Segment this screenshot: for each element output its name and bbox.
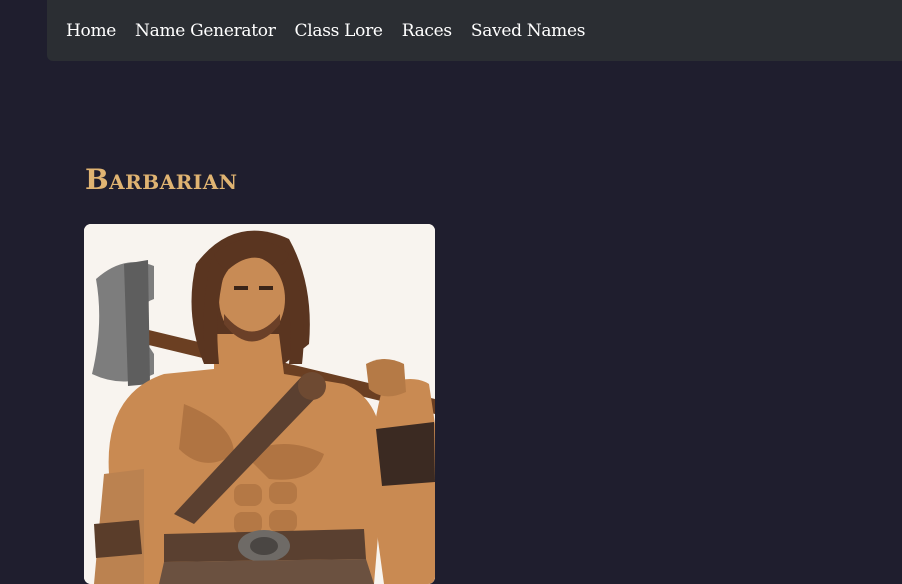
- nav-saved-names-link[interactable]: Saved Names: [471, 21, 586, 41]
- top-navbar: Home Name Generator Class Lore Races Sav…: [47, 0, 902, 61]
- nav-races-link[interactable]: Races: [402, 21, 452, 41]
- nav-home-link[interactable]: Home: [66, 21, 116, 41]
- barbarian-portrait-image: [84, 224, 435, 584]
- page-title: Barbarian: [85, 163, 238, 196]
- nav-class-lore-link[interactable]: Class Lore: [295, 21, 383, 41]
- nav-name-generator-link[interactable]: Name Generator: [135, 21, 276, 41]
